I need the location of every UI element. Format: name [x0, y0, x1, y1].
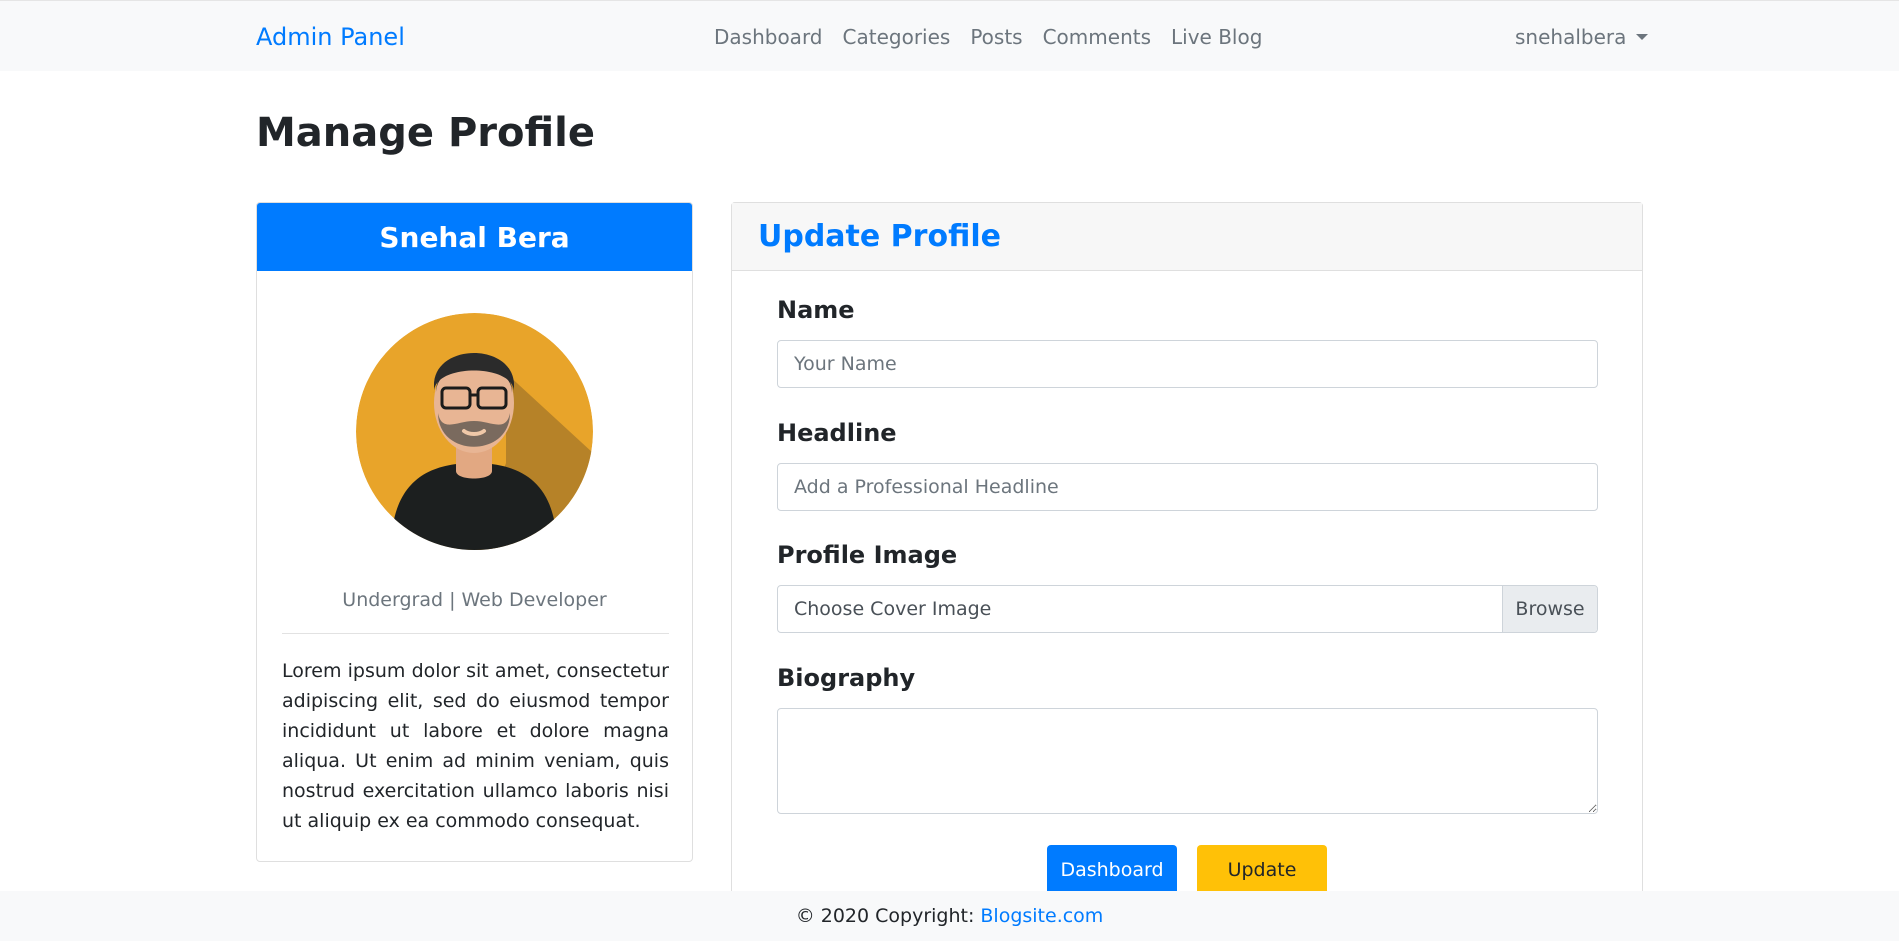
headline-input[interactable]: [777, 463, 1598, 511]
page-title: Manage Profile: [256, 110, 595, 156]
username-label: snehalbera: [1515, 25, 1627, 49]
profile-headline: Undergrad | Web Developer: [342, 589, 607, 611]
footer: © 2020 Copyright: Blogsite.com: [0, 891, 1899, 941]
nav-link-posts[interactable]: Posts: [970, 25, 1022, 49]
name-input[interactable]: [777, 340, 1598, 388]
brand-link[interactable]: Admin Panel: [256, 23, 405, 51]
file-input-label[interactable]: Choose Cover Image: [778, 586, 1502, 632]
nav-link-dashboard[interactable]: Dashboard: [714, 25, 823, 49]
profile-card: Snehal Bera Undergrad | Web Developer Lo…: [256, 202, 693, 862]
profile-image-label: Profile Image: [777, 541, 958, 569]
nav-link-categories[interactable]: Categories: [843, 25, 951, 49]
dashboard-button[interactable]: Dashboard: [1047, 845, 1177, 895]
avatar: [356, 313, 593, 550]
nav-link-comments[interactable]: Comments: [1043, 25, 1151, 49]
profile-name: Snehal Bera: [257, 203, 692, 271]
biography-label: Biography: [777, 664, 916, 692]
footer-link[interactable]: Blogsite.com: [980, 905, 1103, 927]
profile-bio: Lorem ipsum dolor sit amet, consectetur …: [282, 660, 669, 832]
footer-copyright: © 2020 Copyright:: [795, 905, 975, 927]
headline-label: Headline: [777, 419, 897, 447]
avatar-illustration-icon: [356, 313, 593, 550]
navbar: Admin Panel Dashboard Categories Posts C…: [0, 0, 1899, 71]
user-dropdown[interactable]: snehalbera: [1515, 25, 1649, 49]
caret-down-icon: [1636, 34, 1649, 40]
browse-button[interactable]: Browse: [1502, 586, 1597, 632]
update-button[interactable]: Update: [1197, 845, 1327, 895]
name-label: Name: [777, 296, 855, 324]
divider: [282, 633, 669, 634]
nav-links: Dashboard Categories Posts Comments Live…: [714, 25, 1262, 49]
profile-image-file-input[interactable]: Choose Cover Image Browse: [777, 585, 1598, 633]
update-profile-card: Update Profile Name Headline Profile Ima…: [731, 202, 1643, 941]
nav-link-live-blog[interactable]: Live Blog: [1171, 25, 1262, 49]
biography-textarea[interactable]: [777, 708, 1598, 814]
form-title: Update Profile: [732, 203, 1642, 271]
